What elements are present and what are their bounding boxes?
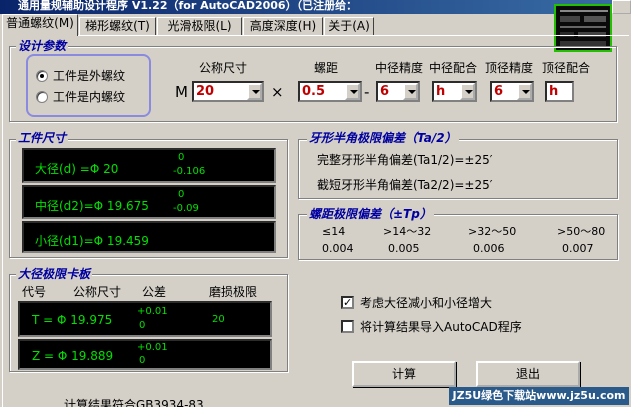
gauge-z-label: Z = Φ 19.889 [32, 349, 114, 363]
chevron-down-icon[interactable] [247, 83, 262, 100]
pitch-dev-header: >32～50 [468, 225, 517, 238]
pitch-dev-value: 0.007 [562, 242, 594, 255]
tab-smooth-limit[interactable]: 光滑极限(L) [157, 17, 242, 36]
pitch-dev-value: 0.005 [388, 242, 420, 255]
pitch-dev-header: >50～80 [557, 225, 606, 238]
tab-label: 梯形螺纹(T) [85, 19, 150, 33]
window-title-bar: 通用量规辅助设计程序 V1.22（for AutoCAD2006）（已注册给： [0, 0, 631, 14]
pitch-dev-value: 0.004 [322, 242, 354, 255]
pitch-label: 中径(d2)=Φ 19.675 [35, 199, 149, 213]
m-prefix: M [175, 83, 188, 101]
watermark-banner: JZ5U绿色下载站www.jz5u.com [449, 387, 629, 405]
gauge-title: 大径极限卡板 [16, 267, 93, 281]
tab-label: 光滑极限(L) [167, 19, 232, 33]
pitch-combo[interactable]: 0.5 [298, 81, 362, 102]
gauge-t-wear: 20 [212, 314, 225, 325]
minor-label: 小径(d1)=Φ 19.459 [35, 234, 149, 248]
td-fit-input[interactable]: h [545, 81, 574, 102]
angle-dev-title: 牙形半角极限偏差（Ta/2） [307, 131, 459, 145]
tab-label: 普通螺纹(M) [6, 16, 74, 30]
td-fit-label: 顶径配合 [542, 61, 591, 75]
pitch-dev-value: 0.006 [473, 242, 505, 255]
export-label: 将计算结果导入AutoCAD程序 [360, 320, 522, 334]
pitch-dev-header: >14～32 [383, 225, 432, 238]
gauge-header-nominal: 公称尺寸 [73, 285, 122, 299]
pd-fit-label: 中径配合 [429, 61, 478, 75]
exit-button[interactable]: 退出 [476, 361, 580, 387]
window-title: 通用量规辅助设计程序 V1.22（for AutoCAD2006）（已注册给： [18, 0, 358, 12]
nominal-label: 公称尺寸 [199, 61, 248, 75]
design-params-title: 设计参数 [16, 39, 69, 53]
thread-type-box [26, 54, 151, 117]
footer-text: 计算结果符合GB3934-83 [64, 398, 204, 407]
pitch-value: 0.5 [302, 84, 326, 99]
times-sign: × [271, 83, 284, 101]
tab-label: 关于(A) [328, 19, 370, 33]
angle-dev-trunc: 截短牙形半角偏差(Ta2/2)=±25′ [317, 178, 493, 192]
gauge-header-code: 代号 [22, 285, 47, 299]
chevron-down-icon[interactable] [460, 83, 475, 100]
pd-grade-value: 6 [380, 84, 390, 99]
gauge-t-label: T = Φ 19.975 [32, 313, 113, 327]
td-grade-value: 6 [494, 84, 504, 99]
consider-label: 考虑大径减小和小径增大 [360, 296, 493, 310]
gauge-z-upper: +0.01 [137, 342, 168, 353]
minor-diameter-display: 小径(d1)=Φ 19.459 [22, 221, 276, 253]
major-label: 大径(d) =Φ 20 [35, 162, 119, 176]
pitch-diameter-display: 中径(d2)=Φ 19.675 0 -0.09 [22, 185, 276, 219]
chevron-down-icon[interactable] [517, 83, 532, 100]
pd-fit-combo[interactable]: h [432, 81, 477, 102]
dash-sign: - [364, 83, 370, 101]
radio-external[interactable] [36, 70, 48, 82]
consider-checkbox[interactable]: ✓ [341, 296, 354, 309]
pitch-lower: -0.09 [173, 203, 199, 214]
gauge-z-display: Z = Φ 19.889 +0.01 0 [18, 339, 272, 370]
pd-fit-value: h [436, 84, 446, 99]
radio-internal-label: 工件是内螺纹 [53, 90, 126, 104]
tab-about[interactable]: 关于(A) [324, 17, 374, 36]
gauge-t-lower: 0 [139, 320, 146, 331]
pitch-dev-title: 螺距极限偏差（±Tp） [307, 207, 434, 221]
gauge-header-tol: 公差 [142, 285, 167, 299]
radio-external-label: 工件是外螺纹 [53, 69, 126, 83]
gauge-header-wear: 磨损极限 [209, 285, 258, 299]
chevron-down-icon[interactable] [345, 83, 360, 100]
major-upper: 0 [178, 152, 185, 163]
tab-label: 高度深度(H) [249, 19, 317, 33]
td-grade-label: 顶径精度 [485, 61, 534, 75]
nominal-combo[interactable]: 20 [192, 81, 264, 102]
tab-height-depth[interactable]: 高度深度(H) [243, 17, 323, 36]
export-checkbox[interactable] [341, 320, 354, 333]
angle-dev-full: 完整牙形半角偏差(Ta1/2)=±25′ [317, 153, 493, 167]
pd-grade-label: 中径精度 [375, 61, 424, 75]
pitch-dev-header: ≤14 [322, 225, 346, 238]
pitch-label: 螺距 [314, 61, 339, 75]
major-lower: -0.106 [173, 166, 206, 177]
radio-internal[interactable] [36, 91, 48, 103]
tab-strip: 普通螺纹(M) 梯形螺纹(T) 光滑极限(L) 高度深度(H) 关于(A) [0, 14, 631, 36]
gauge-t-upper: +0.01 [137, 306, 168, 317]
td-grade-combo[interactable]: 6 [490, 81, 534, 102]
calc-button[interactable]: 计算 [352, 361, 456, 387]
pitch-upper: 0 [178, 189, 185, 200]
tab-trapezoid-thread[interactable]: 梯形螺纹(T) [79, 17, 156, 36]
close-icon[interactable] [612, 0, 631, 14]
pd-grade-combo[interactable]: 6 [376, 81, 420, 102]
workpiece-title: 工件尺寸 [16, 131, 69, 145]
tab-standard-thread[interactable]: 普通螺纹(M) [2, 14, 78, 36]
gauge-z-lower: 0 [139, 355, 146, 366]
chevron-down-icon[interactable] [403, 83, 418, 100]
nominal-value: 20 [196, 84, 215, 99]
major-diameter-display: 大径(d) =Φ 20 0 -0.106 [22, 148, 276, 183]
gauge-t-display: T = Φ 19.975 +0.01 0 20 [18, 301, 272, 337]
